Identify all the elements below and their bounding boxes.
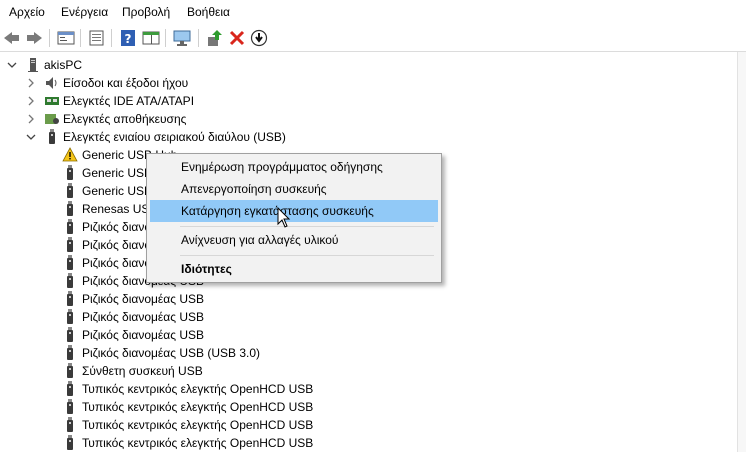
menu-bar: Αρχείο Ενέργεια Προβολή Βοήθεια [0, 0, 746, 24]
uninstall-icon[interactable] [227, 28, 247, 48]
ide-controller-icon [44, 93, 60, 109]
properties-icon[interactable] [56, 28, 76, 48]
tree-device-item[interactable]: Ριζικός διανομέας USB [0, 290, 400, 308]
category-label: Ελεγκτές ενιαίου σειριακού διαύλου (USB) [63, 130, 286, 144]
tree-category[interactable]: Ελεγκτές αποθήκευσης [0, 110, 400, 128]
audio-icon [44, 75, 60, 91]
device-label: Τυπικός κεντρικός ελεγκτής OpenHCD USB [82, 436, 314, 450]
usb-icon [62, 237, 78, 253]
tree-device-item[interactable]: Τυπικός κεντρικός ελεγκτής OpenHCD USB [0, 434, 400, 452]
category-label: Ελεγκτές αποθήκευσης [63, 112, 187, 126]
menu-file[interactable]: Αρχείο [9, 5, 45, 19]
disable-icon[interactable] [249, 28, 269, 48]
usb-icon [62, 363, 78, 379]
device-label: Τυπικός κεντρικός ελεγκτής OpenHCD USB [82, 400, 314, 414]
tree-device-item[interactable]: Ριζικός διανομέας USB [0, 326, 400, 344]
device-label: Ριζικός διανομέας USB [82, 292, 205, 306]
device-label: Τυπικός κεντρικός ελεγκτής OpenHCD USB [82, 382, 314, 396]
ctx-update-driver[interactable]: Ενημέρωση προγράμματος οδήγησης [150, 156, 438, 178]
tree-device-item[interactable]: Σύνθετη συσκευή USB [0, 362, 400, 380]
tree-device-item[interactable]: Ριζικός διανομέας USB [0, 308, 400, 326]
usb-icon [62, 273, 78, 289]
usb-icon [62, 165, 78, 181]
collapse-chevron-icon[interactable] [6, 56, 18, 74]
svg-text:?: ? [125, 32, 132, 46]
usb-icon [62, 399, 78, 415]
ctx-disable-device[interactable]: Απενεργοποίηση συσκευής [150, 178, 438, 200]
back-icon[interactable] [2, 28, 22, 48]
tree-root[interactable]: akisPC [0, 56, 300, 74]
expand-chevron-icon[interactable] [25, 110, 37, 128]
usb-icon [62, 435, 78, 451]
scan-hardware-icon[interactable] [172, 28, 192, 48]
usb-icon [62, 255, 78, 271]
expand-chevron-icon[interactable] [25, 92, 37, 110]
device-label: Τυπικός κεντρικός ελεγκτής OpenHCD USB [82, 418, 314, 432]
root-label: akisPC [44, 58, 83, 72]
show-hide-icon[interactable] [87, 28, 107, 48]
device-label: Ριζικός διανομέας USB [82, 328, 205, 342]
collapse-chevron-icon[interactable] [25, 128, 37, 146]
usb-icon [62, 345, 78, 361]
tree-device-item[interactable]: Τυπικός κεντρικός ελεγκτής OpenHCD USB [0, 416, 400, 434]
device-label: Σύνθετη συσκευή USB [82, 364, 203, 378]
update-driver-icon[interactable] [205, 28, 225, 48]
usb-icon [62, 381, 78, 397]
context-menu: Ενημέρωση προγράμματος οδήγησης Απενεργο… [146, 153, 442, 283]
usb-icon [62, 183, 78, 199]
usb-icon [44, 129, 60, 145]
ctx-properties[interactable]: Ιδιότητες [150, 258, 438, 280]
storage-controller-icon [44, 111, 60, 127]
ctx-separator [180, 226, 434, 227]
usb-icon [62, 291, 78, 307]
usb-icon [62, 309, 78, 325]
ctx-separator [180, 255, 434, 256]
tree-device-item[interactable]: Τυπικός κεντρικός ελεγκτής OpenHCD USB [0, 398, 400, 416]
menu-help[interactable]: Βοήθεια [187, 5, 230, 19]
usb-icon [62, 201, 78, 217]
ctx-uninstall-device[interactable]: Κατάργηση εγκατάστασης συσκευής [150, 200, 438, 222]
ctx-scan-hardware[interactable]: Ανίχνευση για αλλαγές υλικού [150, 229, 438, 251]
computer-icon [25, 57, 41, 73]
forward-icon[interactable] [24, 28, 44, 48]
mouse-cursor-icon [277, 207, 291, 228]
usb-icon [62, 327, 78, 343]
tree-category[interactable]: Ελεγκτές IDE ATA/ATAPI [0, 92, 400, 110]
category-label: Είσοδοι και έξοδοι ήχου [63, 76, 189, 90]
usb-icon [62, 417, 78, 433]
tree-device-item[interactable]: Ριζικός διανομέας USB (USB 3.0) [0, 344, 400, 362]
device-label: Ριζικός διανομέας USB [82, 310, 205, 324]
warning-icon [62, 147, 78, 163]
vertical-scrollbar[interactable] [737, 52, 746, 452]
usb-icon [62, 219, 78, 235]
action-pane-icon[interactable] [141, 28, 161, 48]
tree-device-item[interactable]: Τυπικός κεντρικός ελεγκτής OpenHCD USB [0, 380, 400, 398]
tree-category[interactable]: Ελεγκτές ενιαίου σειριακού διαύλου (USB) [0, 128, 400, 146]
device-label: Ριζικός διανομέας USB (USB 3.0) [82, 346, 261, 360]
category-label: Ελεγκτές IDE ATA/ATAPI [63, 94, 195, 108]
toolbar: ? [0, 24, 746, 52]
expand-chevron-icon[interactable] [25, 74, 37, 92]
help-icon[interactable]: ? [118, 28, 138, 48]
menu-view[interactable]: Προβολή [122, 5, 170, 19]
tree-category[interactable]: Είσοδοι και έξοδοι ήχου [0, 74, 400, 92]
menu-action[interactable]: Ενέργεια [61, 5, 108, 19]
